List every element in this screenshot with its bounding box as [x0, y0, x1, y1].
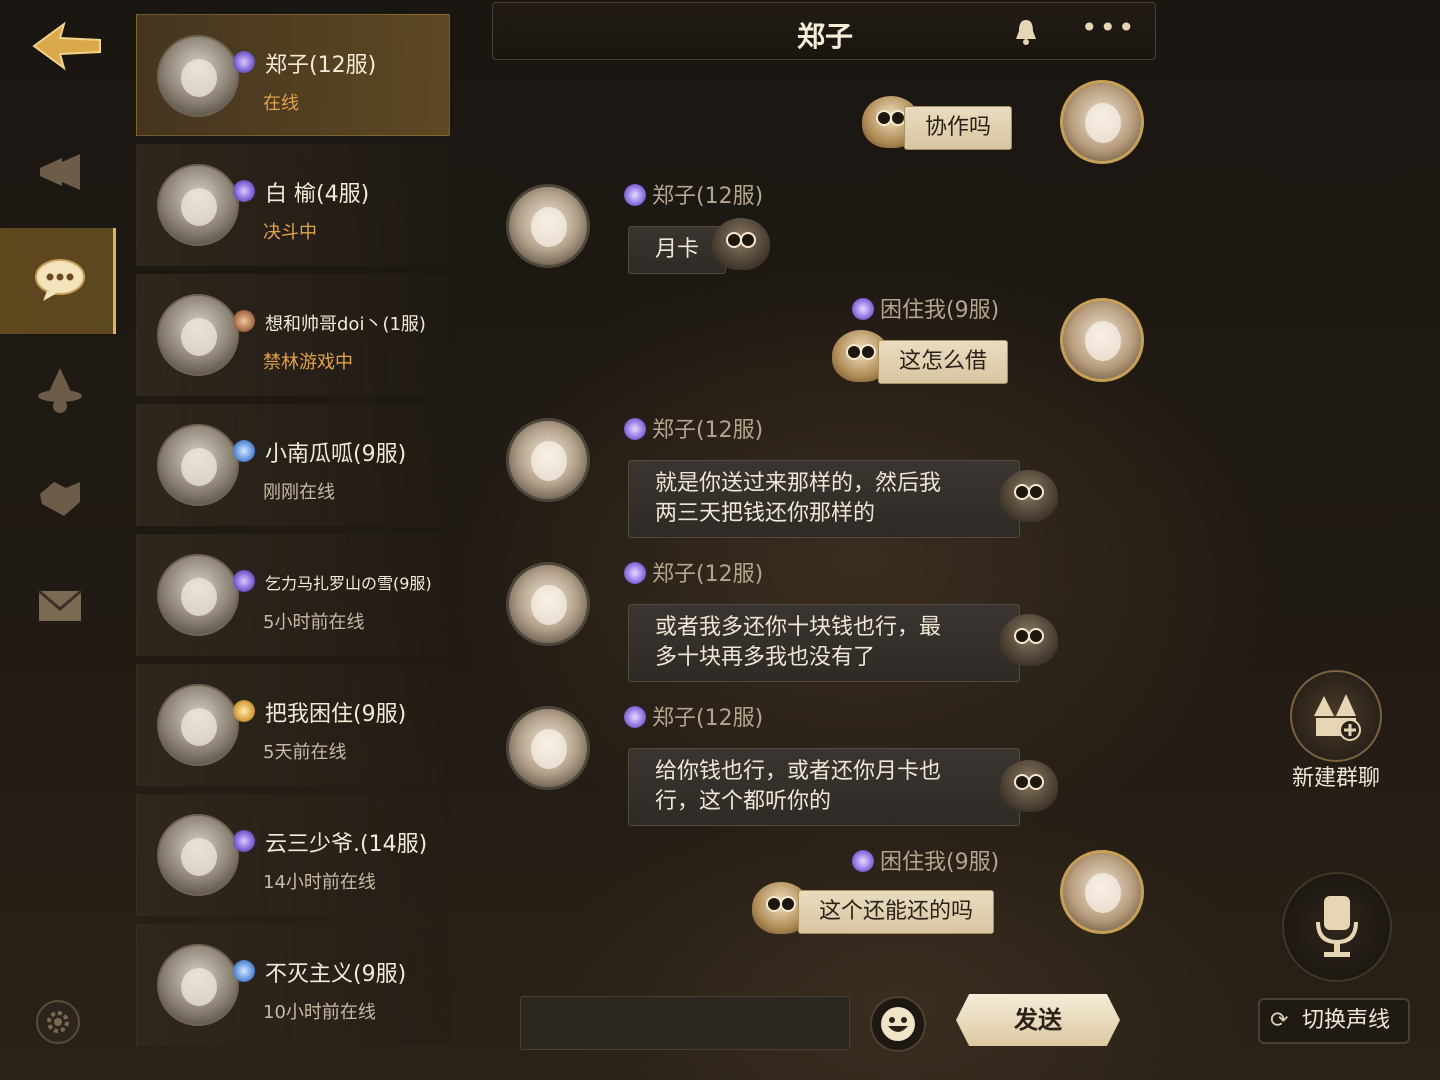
- handshake-icon[interactable]: [32, 472, 88, 524]
- message-line: 或者我多还你十块钱也行，最: [655, 615, 942, 640]
- avatar: [157, 424, 239, 506]
- owl-decoration-icon: [712, 218, 770, 270]
- back-arrow-icon[interactable]: [30, 18, 102, 74]
- message-line: 就是你送过来那样的，然后我: [655, 471, 942, 496]
- friend-name: 乞力马扎罗山の雪(9服): [265, 574, 432, 593]
- sender-name: 困住我(9服): [852, 844, 999, 876]
- rank-gem-icon: [852, 850, 874, 872]
- message-bubble-out: 这个还能还的吗: [798, 890, 995, 934]
- friend-status: 禁林游戏中: [263, 352, 353, 373]
- sender-name: 困住我(9服): [852, 292, 999, 324]
- rank-gem-icon: [233, 570, 255, 592]
- avatar: [157, 814, 239, 896]
- friend-status: 14小时前在线: [263, 872, 376, 893]
- friend-name: 云三少爷.(14服): [265, 832, 428, 857]
- witch-hat-icon[interactable]: [32, 364, 88, 416]
- contact-avatar: [506, 184, 590, 268]
- send-button[interactable]: 发送: [956, 994, 1120, 1046]
- my-avatar: [1060, 80, 1144, 164]
- rank-gem-icon: [233, 51, 255, 73]
- message-input[interactable]: [520, 996, 850, 1050]
- friend-name: 把我困住(9服): [265, 702, 407, 727]
- friend-item[interactable]: 云三少爷.(14服) 14小时前在线: [136, 794, 450, 916]
- rank-gem-icon: [233, 700, 255, 722]
- avatar: [157, 164, 239, 246]
- rank-gem-icon: [233, 830, 255, 852]
- friend-item[interactable]: 小南瓜呱(9服) 刚刚在线: [136, 404, 450, 526]
- friend-status: 决斗中: [263, 222, 317, 243]
- emoji-icon[interactable]: [870, 996, 926, 1052]
- friend-item[interactable]: 郑子(12服) 在线: [136, 14, 450, 136]
- gear-icon[interactable]: [36, 1000, 80, 1044]
- rank-gem-icon: [233, 440, 255, 462]
- message-line: 多十块再多我也没有了: [655, 645, 876, 670]
- message-line: 行，这个都听你的: [655, 789, 832, 814]
- avatar: [157, 294, 239, 376]
- friend-name: 郑子(12服): [265, 53, 377, 78]
- friend-status: 在线: [263, 93, 299, 114]
- rank-gem-icon: [624, 706, 646, 728]
- sender-name: 郑子(12服): [624, 700, 763, 732]
- bell-icon[interactable]: [1011, 17, 1041, 47]
- sender-name: 郑子(12服): [624, 178, 763, 210]
- friend-item[interactable]: 不灭主义(9服) 10小时前在线: [136, 924, 450, 1046]
- friend-list: 郑子(12服) 在线 白 榆(4服) 决斗中 想和帅哥doi丶(1服) 禁林游戏…: [136, 14, 450, 1054]
- contact-avatar: [506, 706, 590, 790]
- friend-status: 5小时前在线: [263, 612, 365, 633]
- owl-decoration-icon: [1000, 760, 1058, 812]
- contact-avatar: [506, 562, 590, 646]
- message-line: 给你钱也行，或者还你月卡也: [655, 759, 942, 784]
- friend-name: 不灭主义(9服): [265, 962, 407, 987]
- message-line: 两三天把钱还你那样的: [655, 501, 876, 526]
- rank-gem-icon: [233, 960, 255, 982]
- owl-decoration-icon: [1000, 470, 1058, 522]
- message-bubble-out: 这怎么借: [878, 340, 1009, 384]
- my-avatar: [1060, 850, 1144, 934]
- avatar: [157, 554, 239, 636]
- avatar: [157, 944, 239, 1026]
- left-rail: [0, 0, 118, 1080]
- my-avatar: [1060, 298, 1144, 382]
- friend-name: 小南瓜呱(9服): [265, 442, 407, 467]
- message-bubble-out: 协作吗: [904, 106, 1013, 150]
- owl-decoration-icon: [1000, 614, 1058, 666]
- avatar: [157, 35, 239, 117]
- switch-voice-button[interactable]: ⟳ 切换声线: [1258, 998, 1410, 1044]
- friend-status: 10小时前在线: [263, 1002, 376, 1023]
- message-bubble-in: 或者我多还你十块钱也行，最 多十块再多我也没有了: [628, 604, 1020, 682]
- friend-item[interactable]: 白 榆(4服) 决斗中: [136, 144, 450, 266]
- sender-name: 郑子(12服): [624, 556, 763, 588]
- friend-status: 5天前在线: [263, 742, 347, 763]
- avatar: [157, 684, 239, 766]
- friend-item[interactable]: 想和帅哥doi丶(1服) 禁林游戏中: [136, 274, 450, 396]
- rank-gem-icon: [852, 298, 874, 320]
- rank-gem-icon: [233, 180, 255, 202]
- new-group-button[interactable]: [1290, 670, 1382, 762]
- chat-bubble-icon[interactable]: [32, 254, 88, 306]
- rank-gem-icon: [624, 418, 646, 440]
- more-options-button[interactable]: •••: [1081, 14, 1135, 47]
- envelope-icon[interactable]: [32, 580, 88, 632]
- friend-status: 刚刚在线: [263, 482, 335, 503]
- rank-gem-icon: [624, 562, 646, 584]
- friend-name: 白 榆(4服): [265, 182, 370, 207]
- megaphone-icon[interactable]: [32, 146, 88, 198]
- rank-gem-icon: [233, 310, 255, 332]
- friend-item[interactable]: 把我困住(9服) 5天前在线: [136, 664, 450, 786]
- new-group-label: 新建群聊: [1291, 766, 1380, 791]
- chat-header: 郑子 •••: [492, 2, 1156, 60]
- contact-avatar: [506, 418, 590, 502]
- microphone-icon[interactable]: [1282, 872, 1392, 982]
- swap-icon: ⟳: [1270, 1008, 1289, 1033]
- chat-title: 郑子: [796, 20, 853, 53]
- rank-gem-icon: [624, 184, 646, 206]
- message-bubble-in: 给你钱也行，或者还你月卡也 行，这个都听你的: [628, 748, 1020, 826]
- switch-voice-label: 切换声线: [1302, 1008, 1391, 1033]
- friend-item[interactable]: 乞力马扎罗山の雪(9服) 5小时前在线: [136, 534, 450, 656]
- message-bubble-in: 就是你送过来那样的，然后我 两三天把钱还你那样的: [628, 460, 1020, 538]
- sender-name: 郑子(12服): [624, 412, 763, 444]
- friend-name: 想和帅哥doi丶(1服): [265, 314, 426, 335]
